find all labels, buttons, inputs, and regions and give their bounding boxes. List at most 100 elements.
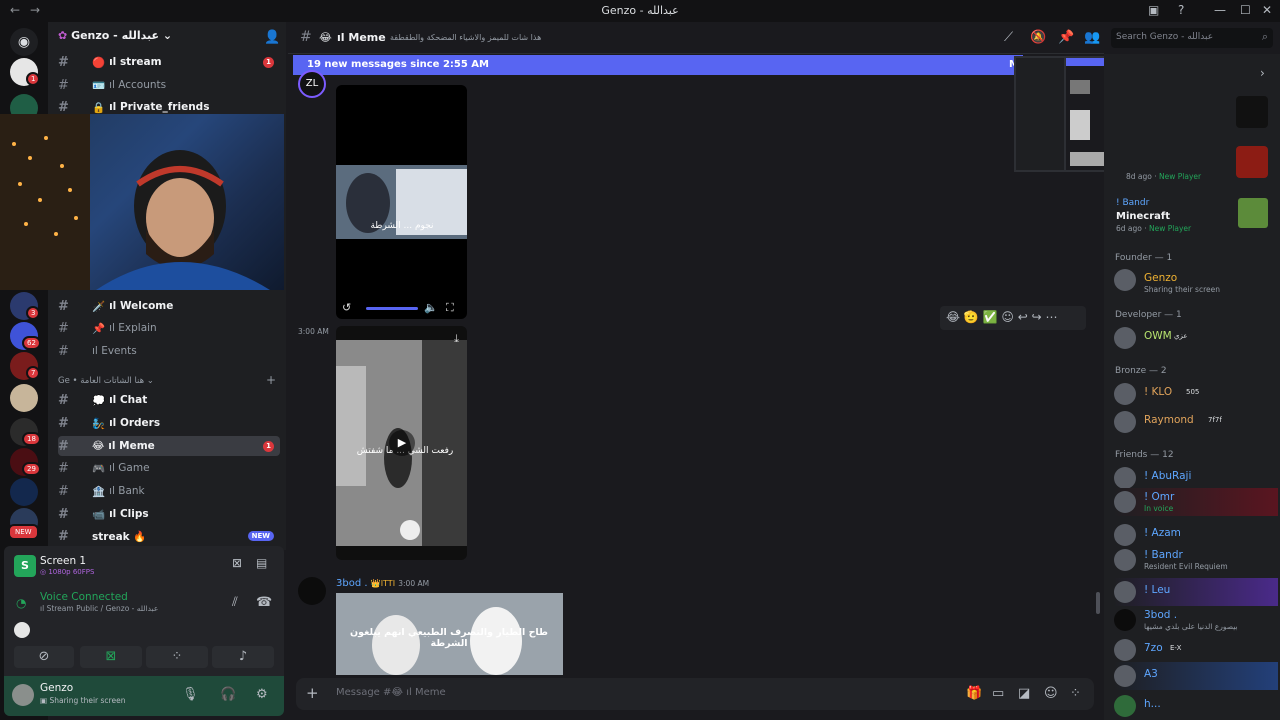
member-item[interactable]: OWM عزي — [1114, 324, 1278, 352]
volume-icon[interactable]: 🔈 — [424, 301, 438, 314]
screen-share-button[interactable]: ⊠ — [80, 646, 142, 668]
sticker-icon[interactable]: ◪ — [1018, 686, 1030, 701]
member-item[interactable]: Genzo Sharing their screen — [1114, 266, 1278, 294]
member-list-icon[interactable]: 👥 — [1084, 30, 1100, 45]
member-item[interactable]: A3 — [1114, 662, 1278, 690]
channel-chat[interactable]: # 💭 ıl Chat — [58, 390, 280, 410]
server-icon-6[interactable] — [10, 384, 38, 412]
user-name[interactable]: Genzo — [40, 682, 73, 694]
server-icon-1[interactable]: 1 — [10, 58, 41, 86]
pin-icon[interactable]: 📌 — [1058, 30, 1074, 45]
download-icon[interactable]: ⤓ — [454, 332, 459, 346]
voice-status[interactable]: Voice Connected — [40, 591, 128, 603]
reply-icon[interactable]: ↩ — [1018, 310, 1028, 324]
channel-topic[interactable]: هذا شات للميمز والاشياء المضحكة والطقطقة — [390, 33, 541, 42]
game-art-arc-raiders[interactable] — [1236, 96, 1268, 128]
threads-icon[interactable]: ⟋ — [1004, 30, 1013, 45]
help-icon[interactable]: ? — [1178, 3, 1184, 17]
add-channel-icon[interactable]: + — [266, 373, 276, 387]
video-attachment-2[interactable]: رفعت الشي ... ما شفتش ▶ ⤓ — [336, 326, 467, 560]
member-item[interactable]: ! Leu — [1114, 578, 1278, 606]
gift-icon[interactable]: 🎁 — [966, 686, 982, 701]
message-composer[interactable]: + Message #😂 ıl Meme 🎁 ▭ ◪ ☺ ⁘ — [296, 678, 1094, 710]
play-button[interactable]: ▶ — [389, 430, 415, 456]
channel-stream[interactable]: # 🔴 ıl stream 1 — [58, 52, 280, 72]
member-item[interactable]: ! Azam — [1114, 521, 1278, 549]
server-icon-3[interactable]: 3 — [10, 292, 41, 320]
stream-settings-icon[interactable]: ▤ — [256, 556, 267, 570]
server-icon-5[interactable]: 7 — [10, 352, 41, 380]
forward-icon[interactable]: ↪ — [1032, 310, 1042, 324]
video-attachment-1[interactable]: نجوم ... الشرطة ↺ 🔈 ⛶ — [336, 85, 467, 319]
settings-gear-icon[interactable]: ⚙ — [256, 687, 268, 702]
voice-participant-avatar[interactable] — [14, 622, 30, 638]
fullscreen-icon[interactable]: ⛶ — [446, 301, 454, 315]
replay-icon[interactable]: ↺ — [342, 301, 351, 314]
headphones-icon[interactable]: 🎧 — [220, 687, 236, 702]
gif-icon[interactable]: ▭ — [992, 686, 1004, 701]
add-attachment-icon[interactable]: + — [306, 684, 319, 702]
quick-reaction[interactable]: 😂 — [946, 310, 960, 324]
noise-suppression-icon[interactable]: ⫽ — [232, 595, 238, 610]
close-icon[interactable]: ✕ — [1262, 3, 1272, 17]
activities-button[interactable]: ⁘ — [146, 646, 208, 668]
member-item[interactable]: Raymond 7f7f — [1114, 408, 1278, 436]
stream-preview-icon[interactable]: S — [14, 555, 36, 577]
server-icon-4[interactable]: 62 — [10, 322, 41, 350]
maximize-icon[interactable]: ☐ — [1240, 3, 1251, 17]
chat-scrollbar[interactable] — [1096, 592, 1100, 614]
channel-bank[interactable]: # 🏦 ıl Bank — [58, 481, 280, 501]
author-name[interactable]: 3bod . — [336, 578, 368, 589]
member-item[interactable]: h... — [1114, 692, 1278, 720]
author-avatar[interactable] — [298, 577, 326, 605]
category-header[interactable]: Ge • هنا الشاتات العامة ⌄ — [58, 376, 154, 386]
stop-stream-icon[interactable]: ⊠ — [232, 556, 242, 570]
member-item[interactable]: 7zo E-X — [1114, 636, 1278, 664]
more-icon[interactable]: ⋯ — [1046, 310, 1058, 324]
discord-home-icon[interactable]: ◉ — [10, 28, 38, 56]
minimize-icon[interactable]: — — [1214, 3, 1226, 17]
channel-orders[interactable]: # 🧞 ıl Orders — [58, 413, 280, 433]
notifications-icon[interactable]: 🔕 — [1030, 30, 1046, 45]
channel-events[interactable]: # ıl Events — [58, 341, 280, 361]
game-art-red[interactable] — [1236, 146, 1268, 178]
guild-header[interactable]: ✿ Genzo - عبدالله ⌄ — [58, 29, 172, 42]
search-box[interactable]: Search Genzo - عبدالله ⌕ — [1111, 28, 1273, 48]
channel-explain[interactable]: # 📌 ıl Explain — [58, 318, 280, 338]
quick-reaction[interactable]: ✅ — [983, 310, 998, 324]
avatar — [1114, 269, 1136, 291]
emoji-icon[interactable]: ☺ — [1044, 686, 1058, 701]
microphone-icon[interactable]: 🎙 — [182, 687, 199, 702]
member-item[interactable]: ! Bandr Resident Evil Requiem — [1114, 546, 1278, 574]
search-input[interactable]: Search Genzo - عبدالله — [1116, 32, 1213, 42]
member-item[interactable]: 3bod . بيصورع الدنيا على بلدي مشيها — [1114, 606, 1278, 634]
inbox-icon[interactable]: ▣ — [1148, 3, 1159, 17]
channel-clips[interactable]: # 📹 ıl Clips — [58, 504, 280, 524]
volume-slider[interactable] — [366, 307, 418, 310]
add-reaction-icon[interactable]: ☺ — [1001, 310, 1014, 324]
channel-welcome[interactable]: # 🗡️ ıl Welcome — [58, 296, 280, 316]
camera-off-button[interactable]: ⊘ — [14, 646, 74, 668]
member-item[interactable]: ! Omr In voice — [1114, 488, 1278, 516]
server-icon-7[interactable]: 18 — [10, 418, 41, 446]
server-icon-9[interactable] — [10, 478, 38, 506]
server-icon-8[interactable]: 29 — [10, 448, 41, 476]
channel-game[interactable]: # 🎮 ıl Game — [58, 458, 280, 478]
user-avatar[interactable] — [12, 684, 34, 706]
video-attachment-3[interactable]: طاح الطيار والتصرف الطبيعي انهم يبلغون ا… — [336, 593, 563, 675]
apps-icon[interactable]: ⁘ — [1070, 686, 1081, 701]
disconnect-icon[interactable]: ☎ — [256, 595, 272, 610]
new-messages-banner[interactable]: 19 new messages since 2:55 AMM — [293, 55, 1023, 75]
message-input[interactable]: Message #😂 ıl Meme — [336, 687, 446, 698]
channel-streak[interactable]: # streak 🔥 NEW — [58, 526, 280, 546]
activity-user[interactable]: ! Bandr — [1116, 198, 1149, 208]
channel-meme[interactable]: # 😂 ıl Meme 1 — [58, 436, 280, 456]
chevron-right-icon[interactable]: › — [1260, 66, 1265, 80]
invite-icon[interactable]: 👤 — [264, 30, 280, 45]
quick-reaction[interactable]: 🫡 — [964, 310, 979, 324]
voice-channel[interactable]: ıl Stream Public / Genzo - عبدالله — [40, 604, 190, 613]
channel-accounts[interactable]: # 🪪 ıl Accounts — [58, 75, 280, 95]
soundboard-button[interactable]: ♪ — [212, 646, 274, 668]
author-avatar[interactable]: ZL — [298, 70, 326, 98]
member-item[interactable]: ! KLO 505 — [1114, 380, 1278, 408]
